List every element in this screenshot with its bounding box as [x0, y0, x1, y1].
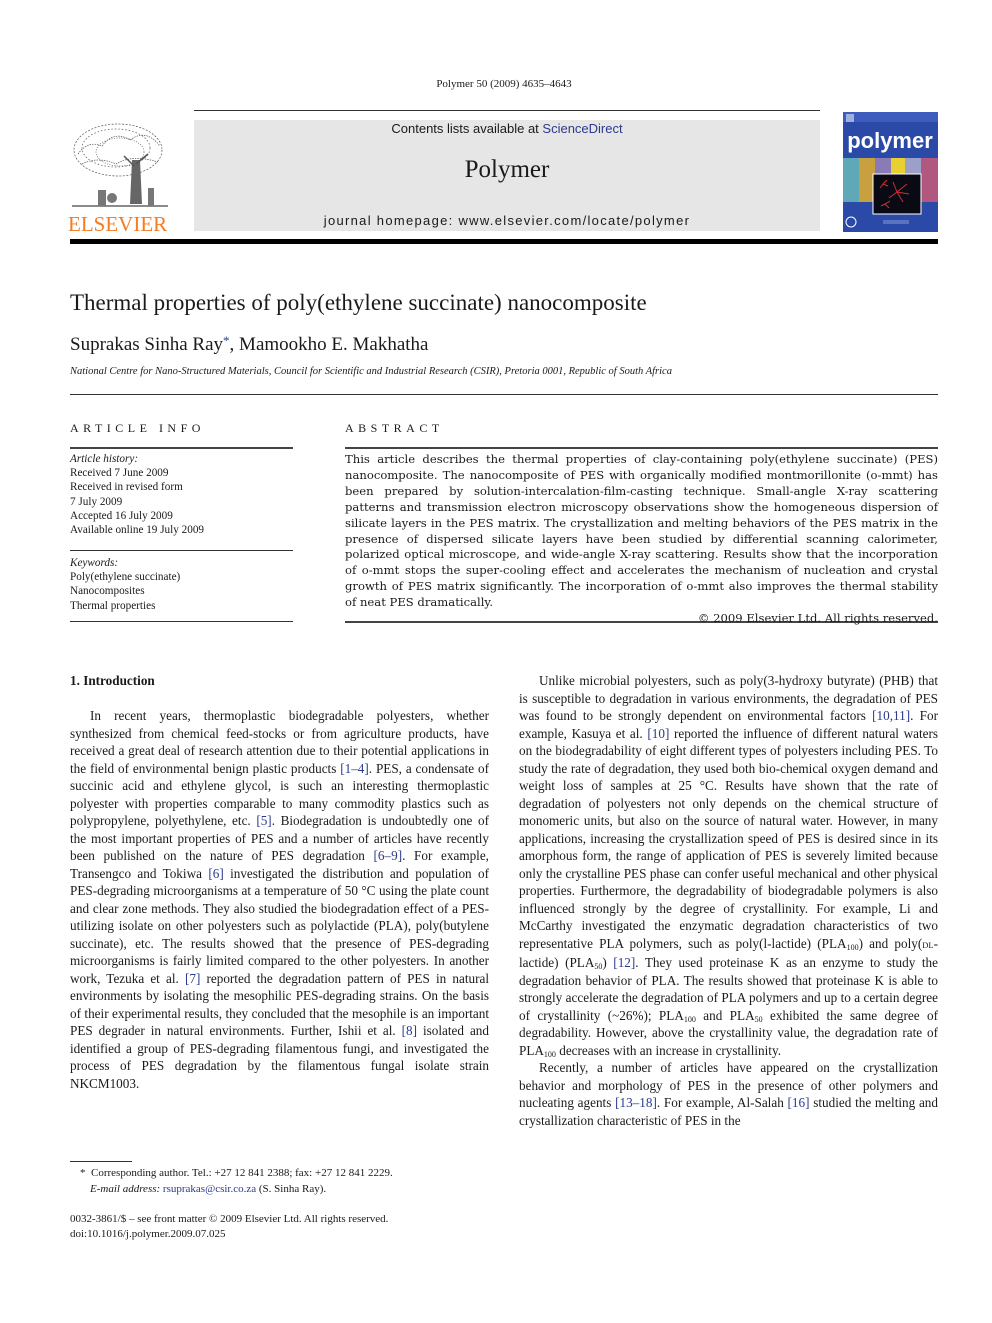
section-heading-introduction: 1. Introduction	[70, 673, 155, 688]
author-list: Suprakas Sinha Ray*, Mamookho E. Makhath…	[70, 333, 428, 356]
journal-cover-image: polymer	[843, 112, 938, 232]
small-caps: DL	[922, 939, 934, 950]
divider	[70, 447, 293, 449]
abstract: This article describes the thermal prope…	[345, 452, 938, 627]
front-matter: 0032-3861/$ – see front matter © 2009 El…	[70, 1212, 388, 1241]
history-item: Received in revised form	[70, 481, 183, 494]
paragraph: Recently, a number of articles have appe…	[519, 1060, 938, 1128]
divider	[345, 447, 938, 449]
keyword: Thermal properties	[70, 599, 156, 612]
citation-link[interactable]: [1–4]	[340, 761, 369, 776]
citation-link[interactable]: [5]	[256, 813, 271, 828]
subscript: 100	[846, 942, 859, 952]
issn-line: 0032-3861/$ – see front matter © 2009 El…	[70, 1213, 389, 1225]
citation-link[interactable]: [6]	[208, 866, 223, 881]
running-head: Polymer 50 (2009) 4635–4643	[436, 78, 572, 90]
footnote-mark: *	[80, 1167, 86, 1179]
paragraph: Unlike microbial polyesters, such as pol…	[519, 673, 938, 1059]
footnote: * Corresponding author. Tel.: +27 12 841…	[80, 1165, 393, 1197]
subscript: 50	[594, 962, 603, 971]
footnote-rule	[70, 1161, 132, 1162]
history-item: Available online 19 July 2009	[70, 524, 205, 537]
history-item: 7 July 2009	[70, 495, 123, 508]
author-name[interactable]: Suprakas Sinha Ray	[70, 334, 223, 355]
corresponding-author-note: Corresponding author. Tel.: +27 12 841 2…	[91, 1167, 393, 1179]
divider	[70, 550, 293, 551]
citation-link[interactable]: [13–18]	[615, 1095, 657, 1110]
abstract-text: This article describes the thermal prope…	[345, 452, 938, 610]
paragraph: In recent years, thermoplastic biodegrad…	[70, 708, 489, 1091]
citation-link[interactable]: [16]	[788, 1095, 810, 1110]
header-top-rule	[194, 110, 820, 111]
doi[interactable]: doi:10.1016/j.polymer.2009.07.025	[70, 1227, 388, 1242]
journal-homepage-link[interactable]: journal homepage: www.elsevier.com/locat…	[194, 213, 820, 228]
history-item: Received 7 June 2009	[70, 467, 169, 480]
email-suffix: (S. Sinha Ray).	[256, 1183, 327, 1195]
citation-link[interactable]: [7]	[185, 971, 200, 986]
subscript: 100	[543, 1049, 556, 1059]
elsevier-wordmark: ELSEVIER	[68, 212, 168, 236]
cover-title: polymer	[847, 128, 933, 153]
journal-name: Polymer	[464, 156, 550, 183]
citation-link[interactable]: [6–9]	[374, 848, 403, 863]
divider	[70, 394, 938, 395]
keywords-label: Keywords:	[70, 557, 119, 569]
affiliation: National Centre for Nano-Structured Mate…	[70, 366, 672, 377]
article-info-heading: ARTICLE INFO	[70, 421, 205, 435]
keyword: Poly(ethylene succinate)	[70, 571, 181, 584]
divider	[70, 621, 293, 622]
contents-prefix: Contents lists available at	[391, 121, 543, 136]
header-bottom-rule	[70, 239, 938, 244]
citation-link[interactable]: [10,11]	[872, 708, 910, 723]
sciencedirect-link[interactable]: ScienceDirect	[542, 121, 622, 136]
history-label: Article history:	[70, 453, 139, 465]
abstract-heading: ABSTRACT	[345, 421, 444, 435]
email-link[interactable]: rsuprakas@csir.co.za	[163, 1183, 256, 1195]
citation-link[interactable]: [8]	[402, 1023, 417, 1038]
citation-link[interactable]: [12]	[613, 955, 635, 970]
keyword: Nanocomposites	[70, 585, 145, 598]
body-column-left: In recent years, thermoplastic biodegrad…	[70, 707, 489, 1092]
subscript: 100	[683, 1014, 696, 1024]
article-history: Article history: Received 7 June 2009 Re…	[70, 452, 293, 537]
history-item: Accepted 16 July 2009	[70, 509, 173, 522]
email-label: E-mail address:	[90, 1183, 161, 1195]
body-column-right: Unlike microbial polyesters, such as pol…	[519, 672, 938, 1129]
author-name[interactable]: Mamookho E. Makhatha	[239, 334, 428, 355]
subscript: 50	[754, 1014, 763, 1024]
citation-link[interactable]: [10]	[647, 726, 669, 741]
author-separator: ,	[229, 334, 240, 355]
contents-line: Contents lists available at ScienceDirec…	[194, 121, 820, 136]
keywords: Keywords: Poly(ethylene succinate) Nanoc…	[70, 556, 293, 613]
article-title: Thermal properties of poly(ethylene succ…	[70, 290, 647, 315]
abstract-copyright: © 2009 Elsevier Ltd. All rights reserved…	[697, 611, 938, 626]
